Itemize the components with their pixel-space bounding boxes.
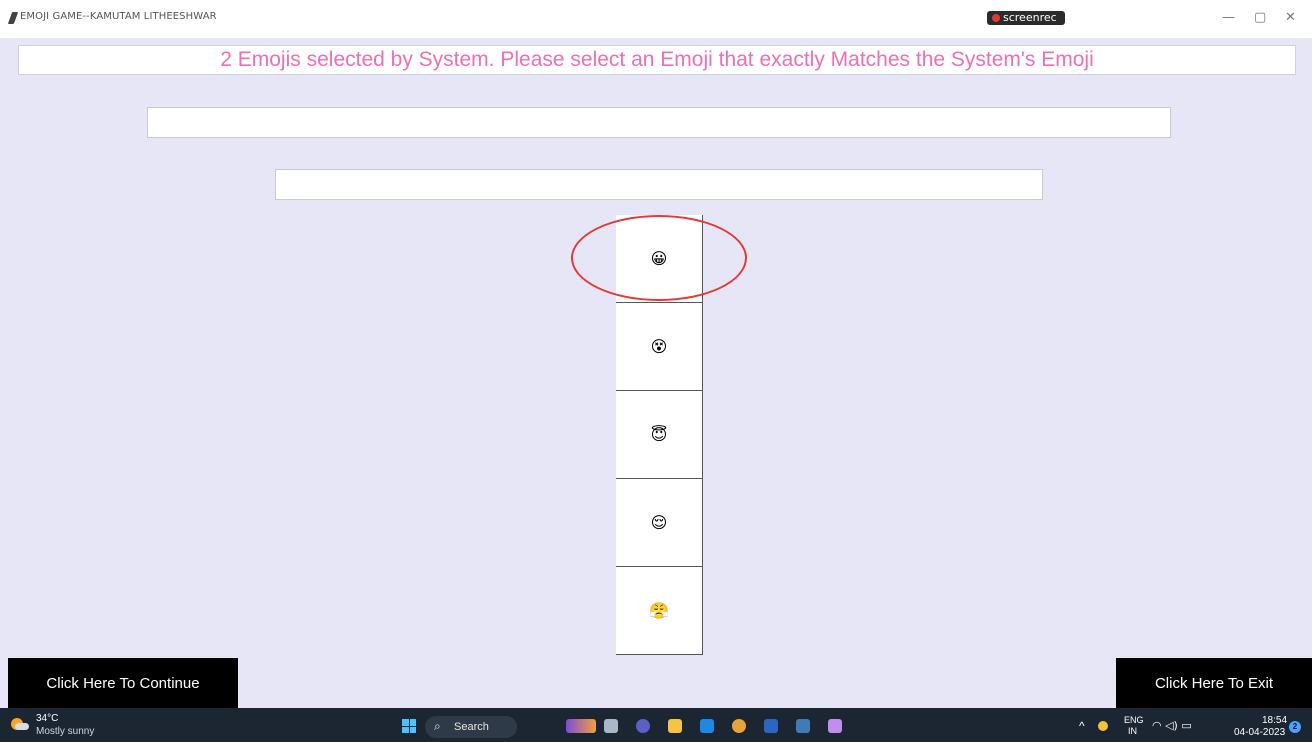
weather-temperature[interactable]: 34°C <box>36 713 58 724</box>
emoji-glyph: 😀 <box>650 249 668 268</box>
chrome-icon[interactable] <box>732 719 746 733</box>
emoji-glyph: 😤 <box>649 601 669 620</box>
window-title-bar: EMOJI GAME--KAMUTAM LITHEESHWAR screenre… <box>0 0 1312 38</box>
emoji-button-3[interactable]: 😇 <box>616 391 703 479</box>
screenrec-indicator[interactable]: screenrec <box>987 11 1065 25</box>
onedrive-icon[interactable] <box>1098 721 1108 731</box>
continue-button[interactable]: Click Here To Continue <box>8 658 238 708</box>
python-icon[interactable] <box>796 719 810 733</box>
instruction-banner: 2 Emojis selected by System. Please sele… <box>18 45 1296 75</box>
feather-icon <box>7 12 19 24</box>
clock-time[interactable]: 18:54 <box>1262 715 1287 726</box>
search-label: Search <box>454 721 489 733</box>
chat-icon[interactable] <box>636 719 650 733</box>
taskbar: 34°C Mostly sunny ⌕ Search ^ ENG IN ◠ ◁)… <box>0 708 1312 742</box>
emoji-glyph: 😇 <box>650 425 668 444</box>
result-field[interactable] <box>275 169 1043 200</box>
paint-app-icon[interactable] <box>566 719 596 733</box>
window-title: EMOJI GAME--KAMUTAM LITHEESHWAR <box>20 11 217 22</box>
word-icon[interactable] <box>764 719 778 733</box>
minimize-icon[interactable]: — <box>1222 10 1235 25</box>
vscode-icon[interactable] <box>700 719 714 733</box>
emoji-glyph: 😌 <box>650 513 668 532</box>
notification-badge[interactable]: 2 <box>1289 721 1301 733</box>
taskbar-search[interactable]: ⌕ Search <box>425 716 517 738</box>
snipping-tool-icon[interactable] <box>828 719 842 733</box>
system-emoji-field[interactable] <box>147 107 1171 138</box>
screenrec-label: screenrec <box>1003 11 1057 24</box>
task-view-icon[interactable] <box>604 719 618 733</box>
weather-sunny-icon[interactable] <box>11 718 29 730</box>
exit-button[interactable]: Click Here To Exit <box>1116 658 1312 708</box>
emoji-button-5[interactable]: 😤 <box>616 567 703 655</box>
weather-description[interactable]: Mostly sunny <box>36 726 94 737</box>
windows-start-icon[interactable] <box>402 719 416 733</box>
search-icon: ⌕ <box>434 719 441 733</box>
record-dot-icon <box>992 14 1000 22</box>
clock-date[interactable]: 04-04-2023 <box>1234 727 1285 738</box>
close-icon[interactable]: ✕ <box>1285 10 1296 25</box>
wifi-volume-battery-icons[interactable]: ◠ ◁) ▭ <box>1152 719 1192 732</box>
emoji-button-4[interactable]: 😌 <box>616 479 703 567</box>
language-region[interactable]: IN <box>1128 726 1137 736</box>
restore-icon[interactable]: ▢ <box>1254 10 1266 25</box>
language-indicator[interactable]: ENG <box>1124 715 1144 725</box>
emoji-button-2[interactable]: 😵 <box>616 303 703 391</box>
emoji-glyph: 😵 <box>650 337 668 356</box>
show-hidden-icons-chevron-up-icon[interactable]: ^ <box>1079 719 1085 733</box>
emoji-button-1[interactable]: 😀 <box>616 215 703 303</box>
file-explorer-icon[interactable] <box>668 719 682 733</box>
